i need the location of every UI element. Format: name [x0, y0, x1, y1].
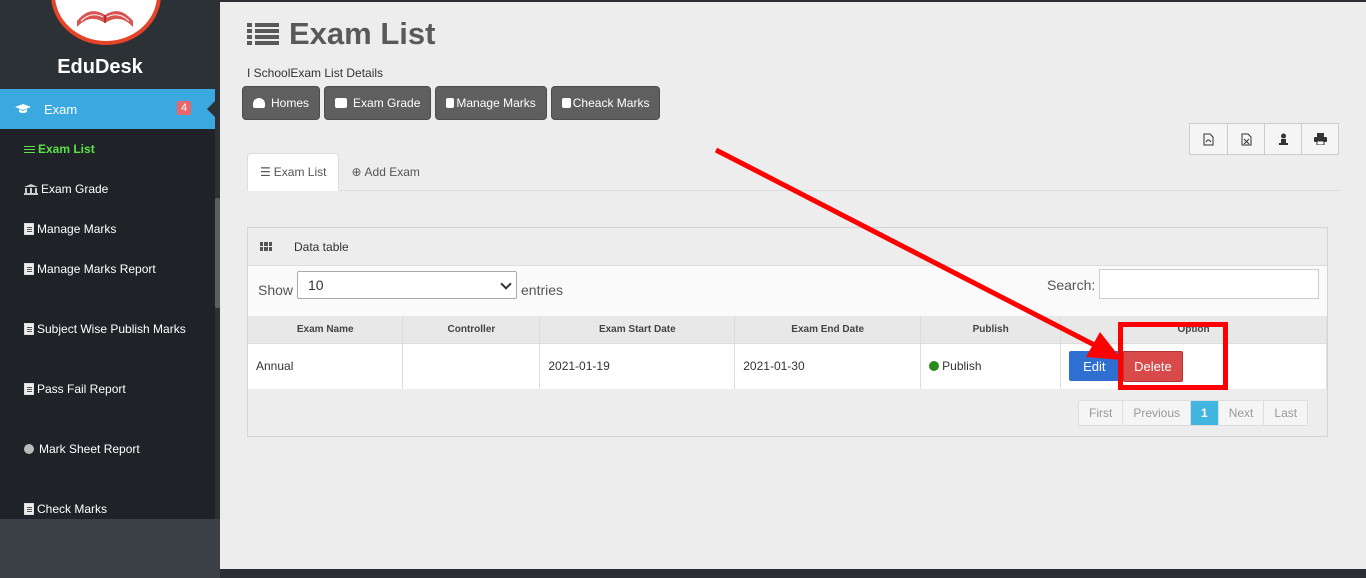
annotation-highlight-box — [1118, 322, 1228, 390]
annotation-arrow — [714, 147, 1122, 360]
